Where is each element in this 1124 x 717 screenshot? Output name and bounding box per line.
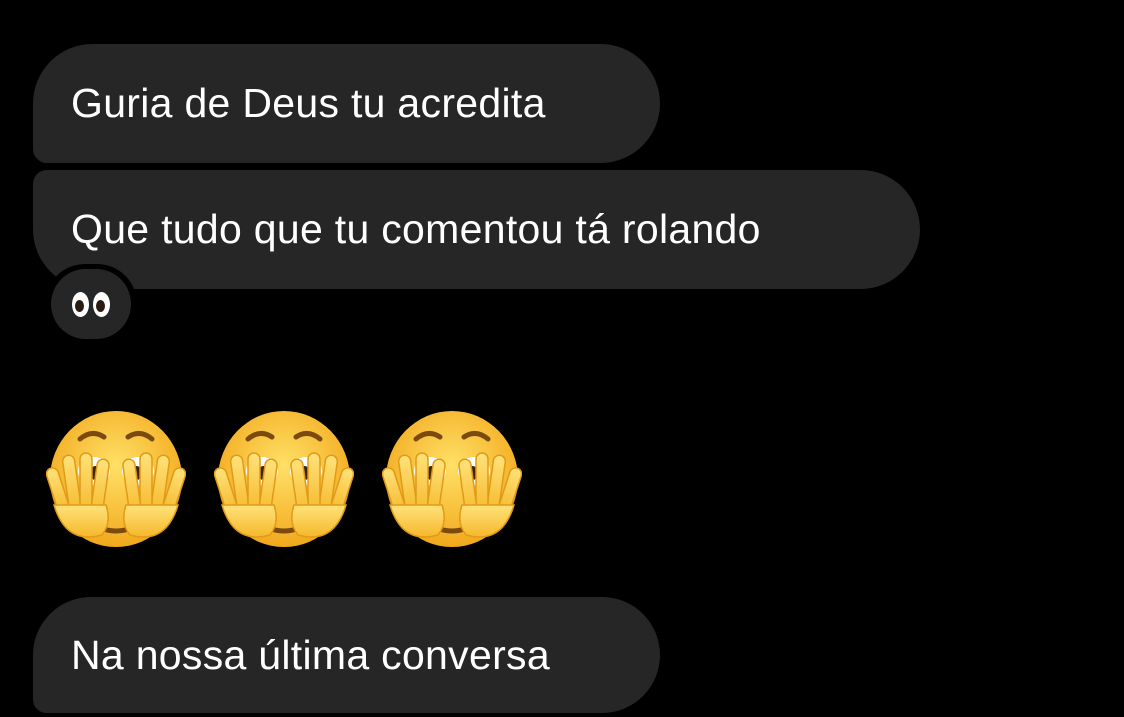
eyes-icon [51,269,131,339]
chat-thread: Guria de Deus tu acredita Que tudo que t… [0,0,1124,717]
message-text: Na nossa última conversa [71,631,550,678]
eye-right [93,291,110,317]
message-bubble[interactable]: Que tudo que tu comentou tá rolando [33,170,920,289]
face-hands-over-eyes-icon [382,411,522,547]
face-hands-over-eyes-icon [214,411,354,547]
emoji-message[interactable] [46,405,522,549]
message-bubble[interactable]: Na nossa última conversa [33,597,660,713]
message-bubble[interactable]: Guria de Deus tu acredita [33,44,660,163]
message-text: Que tudo que tu comentou tá rolando [71,206,761,252]
message-reaction[interactable] [45,264,137,344]
message-text: Guria de Deus tu acredita [71,80,546,126]
eye-left [72,291,89,317]
face-hands-over-eyes-icon [46,411,186,547]
